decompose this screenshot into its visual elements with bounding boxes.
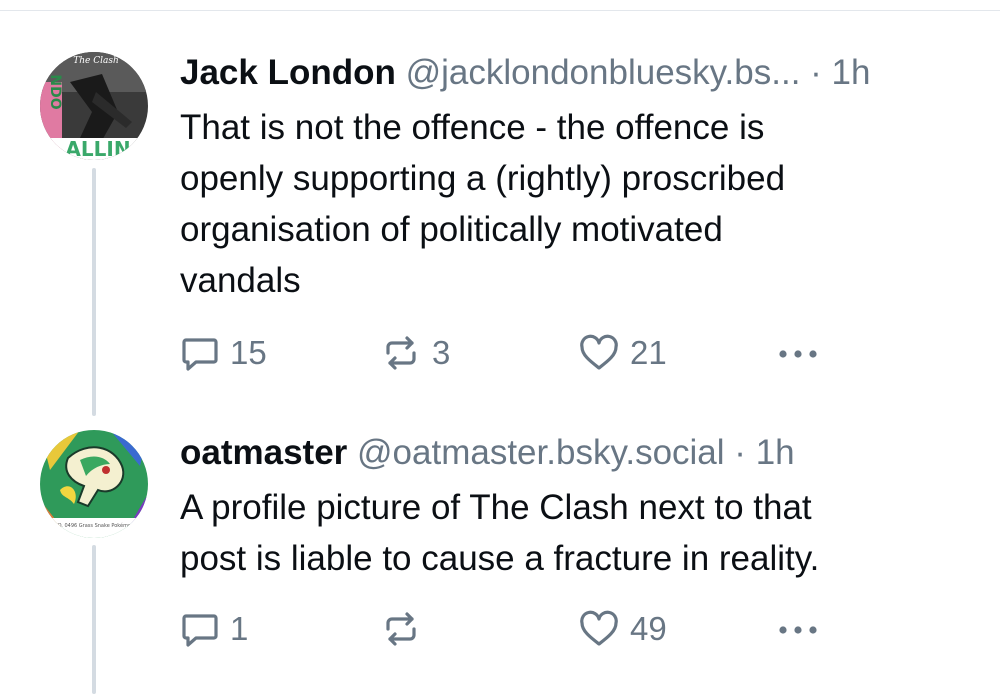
author-display-name[interactable]: Jack London (180, 53, 396, 92)
post-header: Jack London @jacklondonbluesky.bs... · 1… (180, 52, 970, 94)
post-time[interactable]: 1h (756, 433, 795, 472)
reply-bubble-icon (182, 338, 218, 371)
like-button[interactable]: 21 (578, 331, 667, 375)
thread-line (92, 168, 96, 416)
separator-dot: · (810, 53, 822, 92)
author-handle[interactable]: @jacklondonbluesky.bs... (406, 53, 801, 92)
post-text-line: post is liable to cause a fracture in re… (180, 539, 820, 578)
repost-button[interactable]: 3 (380, 331, 450, 375)
pokemon-card-avatar-icon: NO. 0496 Grass Snake Pokémon (40, 430, 148, 538)
post-text: That is not the offence - the offence is… (180, 102, 970, 306)
like-button[interactable]: 49 (578, 607, 667, 651)
post-text-line: organisation of politically motivated (180, 210, 723, 249)
post[interactable]: Jack London @jacklondonbluesky.bs... · 1… (180, 52, 970, 306)
reply-bubble-icon (182, 614, 218, 647)
svg-text:NO. 0496 Grass Snake Pokémon: NO. 0496 Grass Snake Pokémon (54, 522, 134, 529)
more-options-button[interactable] (774, 607, 822, 651)
post-time[interactable]: 1h (832, 53, 871, 92)
heart-icon (580, 334, 618, 370)
post-actions: 15 3 21 (180, 331, 840, 375)
post-actions: 1 49 (180, 607, 840, 651)
more-options-icon (779, 350, 817, 358)
reply-button[interactable]: 1 (180, 607, 248, 651)
more-options-button[interactable] (774, 331, 822, 375)
separator-dot: · (734, 433, 746, 472)
post-text-line: openly supporting a (rightly) proscribed (180, 159, 786, 198)
author-display-name[interactable]: oatmaster (180, 433, 347, 472)
post-text: A profile picture of The Clash next to t… (180, 482, 970, 584)
svg-text:The Clash: The Clash (73, 56, 119, 66)
reply-button[interactable]: 15 (180, 331, 267, 375)
repost-arrows-icon (386, 336, 416, 370)
like-count: 49 (630, 610, 667, 647)
post-text-line: vandals (180, 261, 301, 300)
repost-button[interactable] (380, 607, 432, 651)
heart-icon (580, 610, 618, 646)
reply-count: 15 (230, 334, 267, 371)
like-count: 21 (630, 334, 667, 371)
svg-text:ALLIN: ALLIN (65, 137, 130, 160)
more-options-icon (779, 626, 817, 634)
repost-arrows-icon (386, 612, 416, 646)
post-text-line: That is not the offence - the offence is (180, 108, 765, 147)
clash-album-avatar-icon: NDO ALLIN The Clash (40, 52, 148, 160)
avatar[interactable]: NDO ALLIN The Clash (40, 52, 148, 160)
repost-count: 3 (432, 334, 451, 371)
top-divider (0, 0, 1000, 11)
svg-text:NDO: NDO (47, 74, 63, 109)
post-header: oatmaster @oatmaster.bsky.social · 1h (180, 432, 970, 474)
post-text-line: A profile picture of The Clash next to t… (180, 488, 812, 527)
author-handle[interactable]: @oatmaster.bsky.social (357, 433, 725, 472)
post[interactable]: oatmaster @oatmaster.bsky.social · 1h A … (180, 432, 970, 584)
avatar[interactable]: NO. 0496 Grass Snake Pokémon (40, 430, 148, 538)
reply-count: 1 (230, 610, 249, 647)
thread-line (92, 545, 96, 694)
